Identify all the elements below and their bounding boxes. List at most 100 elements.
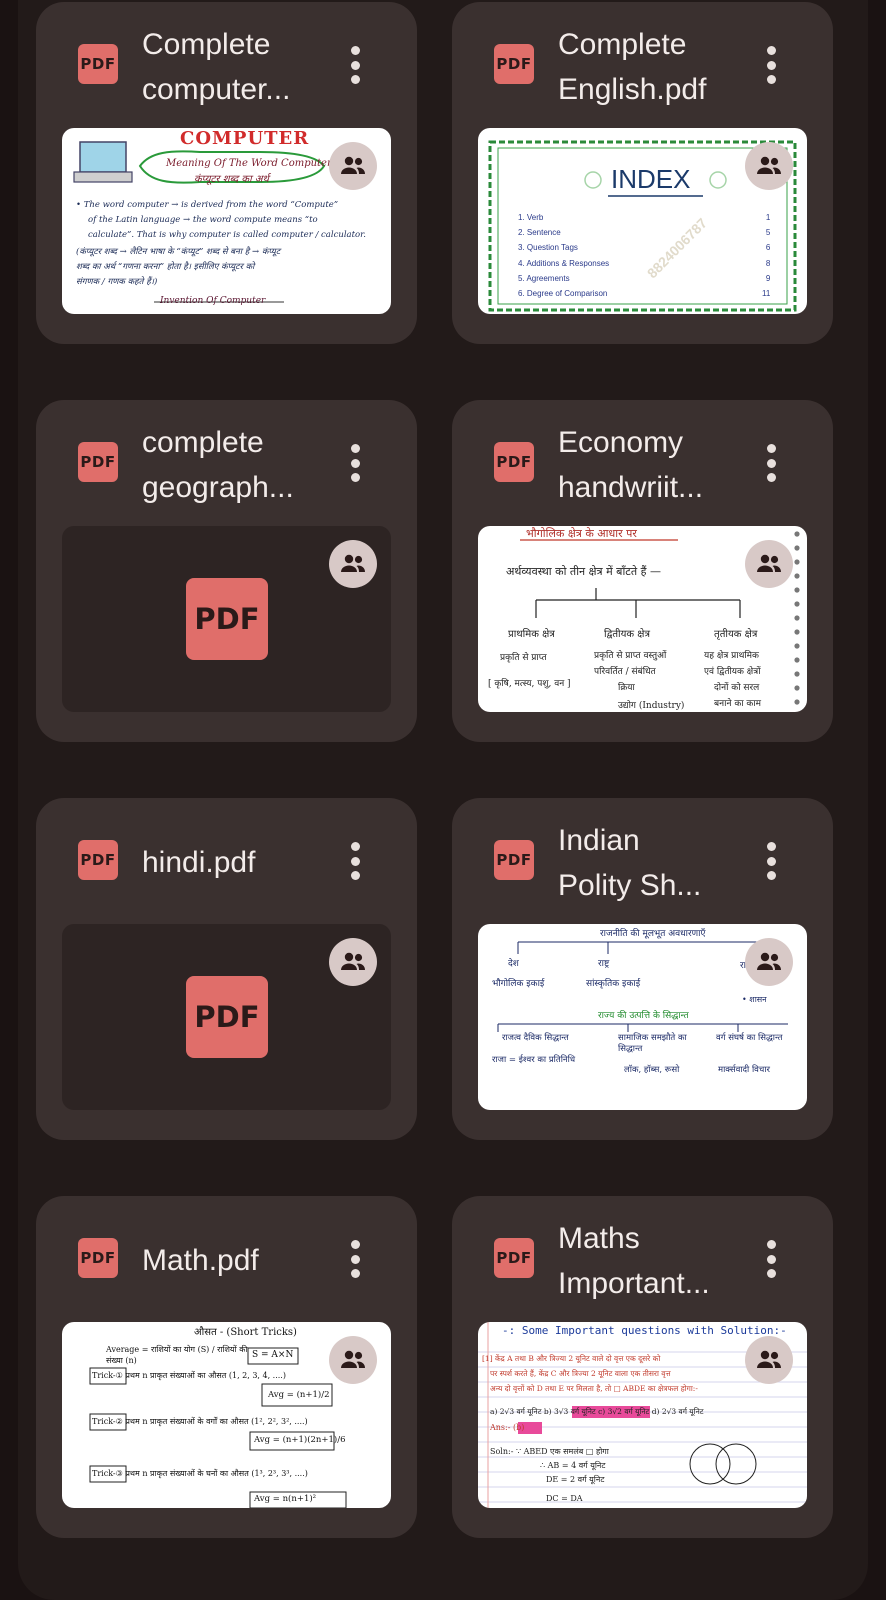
thumb-subheading: Meaning Of The Word Computer	[166, 158, 332, 169]
pdf-file-icon: PDF	[494, 840, 534, 880]
thumb-cell: [ कृषि, मत्स्य, पशु, वन ]	[488, 679, 571, 689]
thumb-subheading: राज्य की उत्पत्ति के सिद्धान्त	[598, 1011, 689, 1021]
index-page: 9	[765, 273, 771, 283]
thumb-question: [1] केंद्र A तथा B और त्रिज्या 2 यूनिट व…	[482, 1354, 661, 1363]
thumb-cell: राजा = ईश्वर का प्रतिनिधि	[492, 1055, 576, 1065]
thumb-heading: -: Some Important questions with Solutio…	[502, 1324, 787, 1337]
thumb-cell: उद्योग (Industry)	[618, 701, 685, 711]
thumb-cell: परिवर्तित / संबंधित	[594, 667, 656, 677]
pdf-file-icon: PDF	[78, 1238, 118, 1278]
file-card-hindi[interactable]: PDF hindi.pdf PDF	[36, 798, 417, 1140]
index-item: 1. Verb	[518, 213, 544, 222]
thumb-cell: भौगोलिक इकाई	[492, 979, 545, 989]
thumb-avg: Avg = (n+1)(2n+1)/6	[254, 1435, 346, 1445]
index-item: 6. Degree of Comparison	[518, 289, 608, 299]
shared-people-icon	[745, 142, 793, 190]
thumb-box: S = A×N	[252, 1350, 294, 1360]
more-options-icon[interactable]	[342, 1236, 368, 1282]
file-card-indian-polity[interactable]: PDF Indian Polity Sh... राजनीति की मूलभू…	[452, 798, 833, 1140]
shared-people-icon	[745, 1336, 793, 1384]
file-title: Complete English.pdf	[558, 28, 707, 106]
index-item: 2. Sentence	[518, 228, 561, 238]
pdf-file-icon: PDF	[78, 840, 118, 880]
index-page: 11	[762, 289, 771, 299]
thumb-index-list: 1. Verb 2. Sentence 3. Question Tags 4. …	[518, 210, 768, 301]
more-options-icon[interactable]	[758, 838, 784, 884]
file-thumbnail[interactable]: PDF	[62, 526, 391, 712]
thumb-cell: प्रकृति से प्राप्त	[500, 653, 547, 663]
file-thumbnail[interactable]: भौगोलिक क्षेत्र के आधार पर अर्थव्यवस्था …	[478, 526, 807, 712]
thumb-solution: ∴ AB = 4 वर्ग यूनिट	[540, 1461, 606, 1470]
thumb-cell: मार्क्सवादी विचार	[718, 1065, 770, 1075]
thumb-cell: यह क्षेत्र प्राथमिक	[704, 651, 759, 661]
file-thumbnail[interactable]: PDF	[62, 924, 391, 1110]
thumb-line: (कंप्यूटर शब्द → लैटिन भाषा के “कंप्यूट”…	[76, 247, 281, 257]
thumb-trick: Trick-③ प्रथम n प्राकृत संख्याओं के घनों…	[92, 1469, 308, 1478]
thumb-cell: राष्ट्र	[598, 959, 610, 969]
thumb-line: संगणक / गणक कहते हैं।)	[76, 277, 158, 287]
thumb-cell: देश	[508, 959, 519, 969]
shared-people-icon	[329, 540, 377, 588]
shared-people-icon	[329, 1336, 377, 1384]
thumb-solution: DC = DA	[546, 1494, 583, 1503]
thumb-heading: राजनीति की मूलभूत अवधारणाएँ	[600, 929, 706, 939]
file-card-math[interactable]: PDF Math.pdf औसत - (Short Tricks) Averag…	[36, 1196, 417, 1538]
more-options-icon[interactable]	[342, 440, 368, 486]
thumb-heading: COMPUTER	[180, 128, 310, 149]
more-options-icon[interactable]	[342, 42, 368, 88]
thumb-cell: एवं द्वितीयक क्षेत्रों	[704, 667, 761, 677]
thumb-col: प्राथमिक क्षेत्र	[508, 629, 555, 640]
thumb-cell: सांस्कृतिक इकाई	[586, 979, 641, 989]
thumb-cell: प्रकृति से प्राप्त वस्तुओं	[594, 651, 667, 661]
thumb-hindi-title: कंप्यूटर शब्द का अर्थ	[194, 174, 269, 185]
file-card-complete-computer[interactable]: PDF Complete computer... COMPUTER Meanin…	[36, 2, 417, 344]
thumb-solution: DE = 2 वर्ग यूनिट	[546, 1475, 605, 1484]
index-page: 8	[765, 258, 771, 268]
thumb-col: द्वितीयक क्षेत्र	[604, 629, 650, 640]
more-options-icon[interactable]	[758, 1236, 784, 1282]
thumb-line: • The word computer → is derived from th…	[76, 200, 339, 210]
shared-people-icon	[329, 142, 377, 190]
index-item: 3. Question Tags	[518, 243, 578, 253]
index-item: 5. Agreements	[518, 273, 570, 283]
more-options-icon[interactable]	[758, 42, 784, 88]
more-options-icon[interactable]	[342, 838, 368, 884]
thumb-cell: बनाने का काम	[714, 699, 762, 709]
pdf-file-icon: PDF	[494, 1238, 534, 1278]
file-title: Indian Polity Sh...	[558, 824, 702, 902]
thumb-options: a) 2√3 वर्ग यूनिट b) 3√3 वर्ग यूनिट c) 3…	[490, 1407, 704, 1416]
shared-people-icon	[745, 540, 793, 588]
file-thumbnail[interactable]: औसत - (Short Tricks) Average = राशियों क…	[62, 1322, 391, 1508]
file-thumbnail[interactable]: INDEX 1. Verb 2. Sentence 3. Question Ta…	[478, 128, 807, 314]
thumb-cell: सामाजिक समझौते का सिद्धान्त	[618, 1033, 687, 1054]
pdf-placeholder-icon: PDF	[186, 578, 268, 660]
file-card-economy[interactable]: PDF Economy handwriit... भौगोलिक क्षेत्र…	[452, 400, 833, 742]
file-title: Complete computer...	[142, 28, 291, 106]
thumb-cell: लॉक, हॉब्स, रूसो	[624, 1065, 680, 1075]
thumb-question: पर स्पर्श करते हैं, केंद्र C और त्रिज्या…	[490, 1369, 671, 1378]
thumb-avg: Avg = n(n+1)²	[254, 1494, 317, 1504]
file-thumbnail[interactable]: -: Some Important questions with Solutio…	[478, 1322, 807, 1508]
file-thumbnail[interactable]: राजनीति की मूलभूत अवधारणाएँ देश राष्ट्र …	[478, 924, 807, 1110]
file-title: Maths Important...	[558, 1222, 710, 1300]
pdf-file-icon: PDF	[494, 442, 534, 482]
file-card-complete-english[interactable]: PDF Complete English.pdf INDEX 1. Verb 2…	[452, 2, 833, 344]
thumb-formula: Average = राशियों का योग (S) / राशियों क…	[106, 1345, 248, 1365]
index-item: 4. Additions & Responses	[518, 258, 610, 268]
shared-people-icon	[745, 938, 793, 986]
file-card-maths-important[interactable]: PDF Maths Important... -: Some Important…	[452, 1196, 833, 1538]
thumb-cell: दोनों को सरल	[714, 683, 760, 693]
thumb-intro: अर्थव्यवस्था को तीन क्षेत्र में बाँटते ह…	[506, 565, 661, 578]
thumb-line: of the Latin language → the word compute…	[88, 215, 318, 225]
thumb-cell: राजत्व दैविक सिद्धान्त	[502, 1033, 569, 1043]
thumb-line: शब्द का अर्थ “गणना करना” होता है। इसीलिए…	[76, 262, 255, 272]
file-title: complete geograph...	[142, 426, 294, 504]
pdf-file-icon: PDF	[78, 44, 118, 84]
file-thumbnail[interactable]: COMPUTER Meaning Of The Word Computer कं…	[62, 128, 391, 314]
thumb-heading: औसत - (Short Tricks)	[194, 1327, 297, 1338]
more-options-icon[interactable]	[758, 440, 784, 486]
file-card-complete-geography[interactable]: PDF complete geograph... PDF	[36, 400, 417, 742]
index-page: 6	[765, 243, 771, 253]
thumb-index-pages: 1 5 6 8 9 11	[762, 210, 770, 301]
file-title: Math.pdf	[142, 1244, 259, 1277]
